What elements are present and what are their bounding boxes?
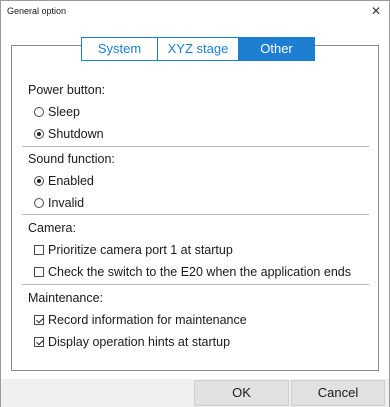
tab-system[interactable]: System xyxy=(82,38,158,60)
radio-invalid-label: Invalid xyxy=(48,196,85,210)
sound-function-title: Sound function: xyxy=(28,152,115,166)
checkbox-prioritize-camera-port[interactable]: Prioritize camera port 1 at startup xyxy=(28,241,372,259)
sound-function-section: Sound function: Enabled Invalid xyxy=(28,150,372,212)
checkbox-switch-e20-label: Check the switch to the E20 when the app… xyxy=(48,265,351,279)
checkbox-display-hints[interactable]: Display operation hints at startup xyxy=(28,333,372,351)
radio-sleep-indicator[interactable] xyxy=(34,107,44,117)
cancel-button[interactable]: Cancel xyxy=(291,380,385,406)
maintenance-title: Maintenance: xyxy=(28,291,104,305)
radio-sleep-label: Sleep xyxy=(48,105,80,119)
checkbox-display-hints-label: Display operation hints at startup xyxy=(48,335,231,349)
radio-enabled-label: Enabled xyxy=(48,174,94,188)
section-divider xyxy=(22,284,369,285)
close-icon[interactable]: ✕ xyxy=(369,4,383,18)
tab-xyz-stage[interactable]: XYZ stage xyxy=(158,38,239,60)
radio-invalid[interactable]: Invalid xyxy=(28,194,372,212)
dialog-footer: OK Cancel xyxy=(1,379,389,407)
power-button-title: Power button: xyxy=(28,83,106,97)
checkbox-prioritize-camera-port-label: Prioritize camera port 1 at startup xyxy=(48,243,233,257)
radio-enabled-indicator[interactable] xyxy=(34,176,44,186)
general-option-dialog: General option ✕ System XYZ stage Other … xyxy=(0,0,390,407)
checkbox-record-maintenance-box[interactable] xyxy=(34,315,44,325)
maintenance-section: Maintenance: Record information for main… xyxy=(28,289,372,351)
checkbox-record-maintenance-label: Record information for maintenance xyxy=(48,313,247,327)
camera-title: Camera: xyxy=(28,221,76,235)
camera-section: Camera: Prioritize camera port 1 at star… xyxy=(28,219,372,281)
tab-other[interactable]: Other xyxy=(239,38,314,60)
checkbox-prioritize-camera-port-box[interactable] xyxy=(34,245,44,255)
radio-shutdown[interactable]: Shutdown xyxy=(28,125,372,143)
ok-button[interactable]: OK xyxy=(194,380,289,406)
section-divider xyxy=(22,214,369,215)
radio-enabled[interactable]: Enabled xyxy=(28,172,372,190)
radio-sleep[interactable]: Sleep xyxy=(28,103,372,121)
checkbox-record-maintenance[interactable]: Record information for maintenance xyxy=(28,311,372,329)
section-divider xyxy=(22,146,369,147)
radio-shutdown-label: Shutdown xyxy=(48,127,104,141)
radio-shutdown-indicator[interactable] xyxy=(34,129,44,139)
title-bar: General option ✕ xyxy=(1,1,389,23)
window-title: General option xyxy=(7,6,67,16)
tab-bar: System XYZ stage Other xyxy=(81,37,315,61)
checkbox-switch-e20[interactable]: Check the switch to the E20 when the app… xyxy=(28,263,372,281)
checkbox-switch-e20-box[interactable] xyxy=(34,267,44,277)
checkbox-display-hints-box[interactable] xyxy=(34,337,44,347)
radio-invalid-indicator[interactable] xyxy=(34,198,44,208)
power-button-section: Power button: Sleep Shutdown xyxy=(28,81,372,143)
